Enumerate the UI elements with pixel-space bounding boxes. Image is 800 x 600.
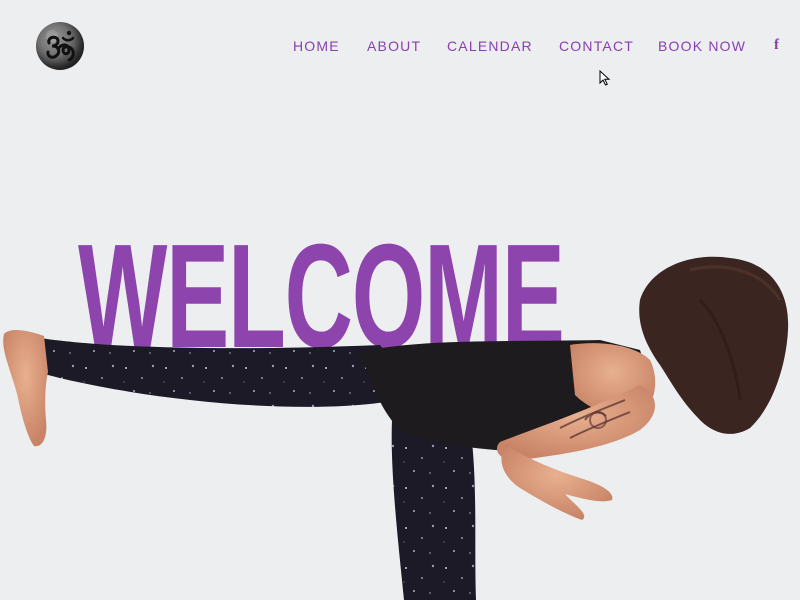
mouse-cursor-icon [599, 70, 611, 86]
page: HOME ABOUT CALENDAR CONTACT BOOK NOW f W… [0, 0, 800, 600]
yoga-pose-image [3, 256, 789, 600]
